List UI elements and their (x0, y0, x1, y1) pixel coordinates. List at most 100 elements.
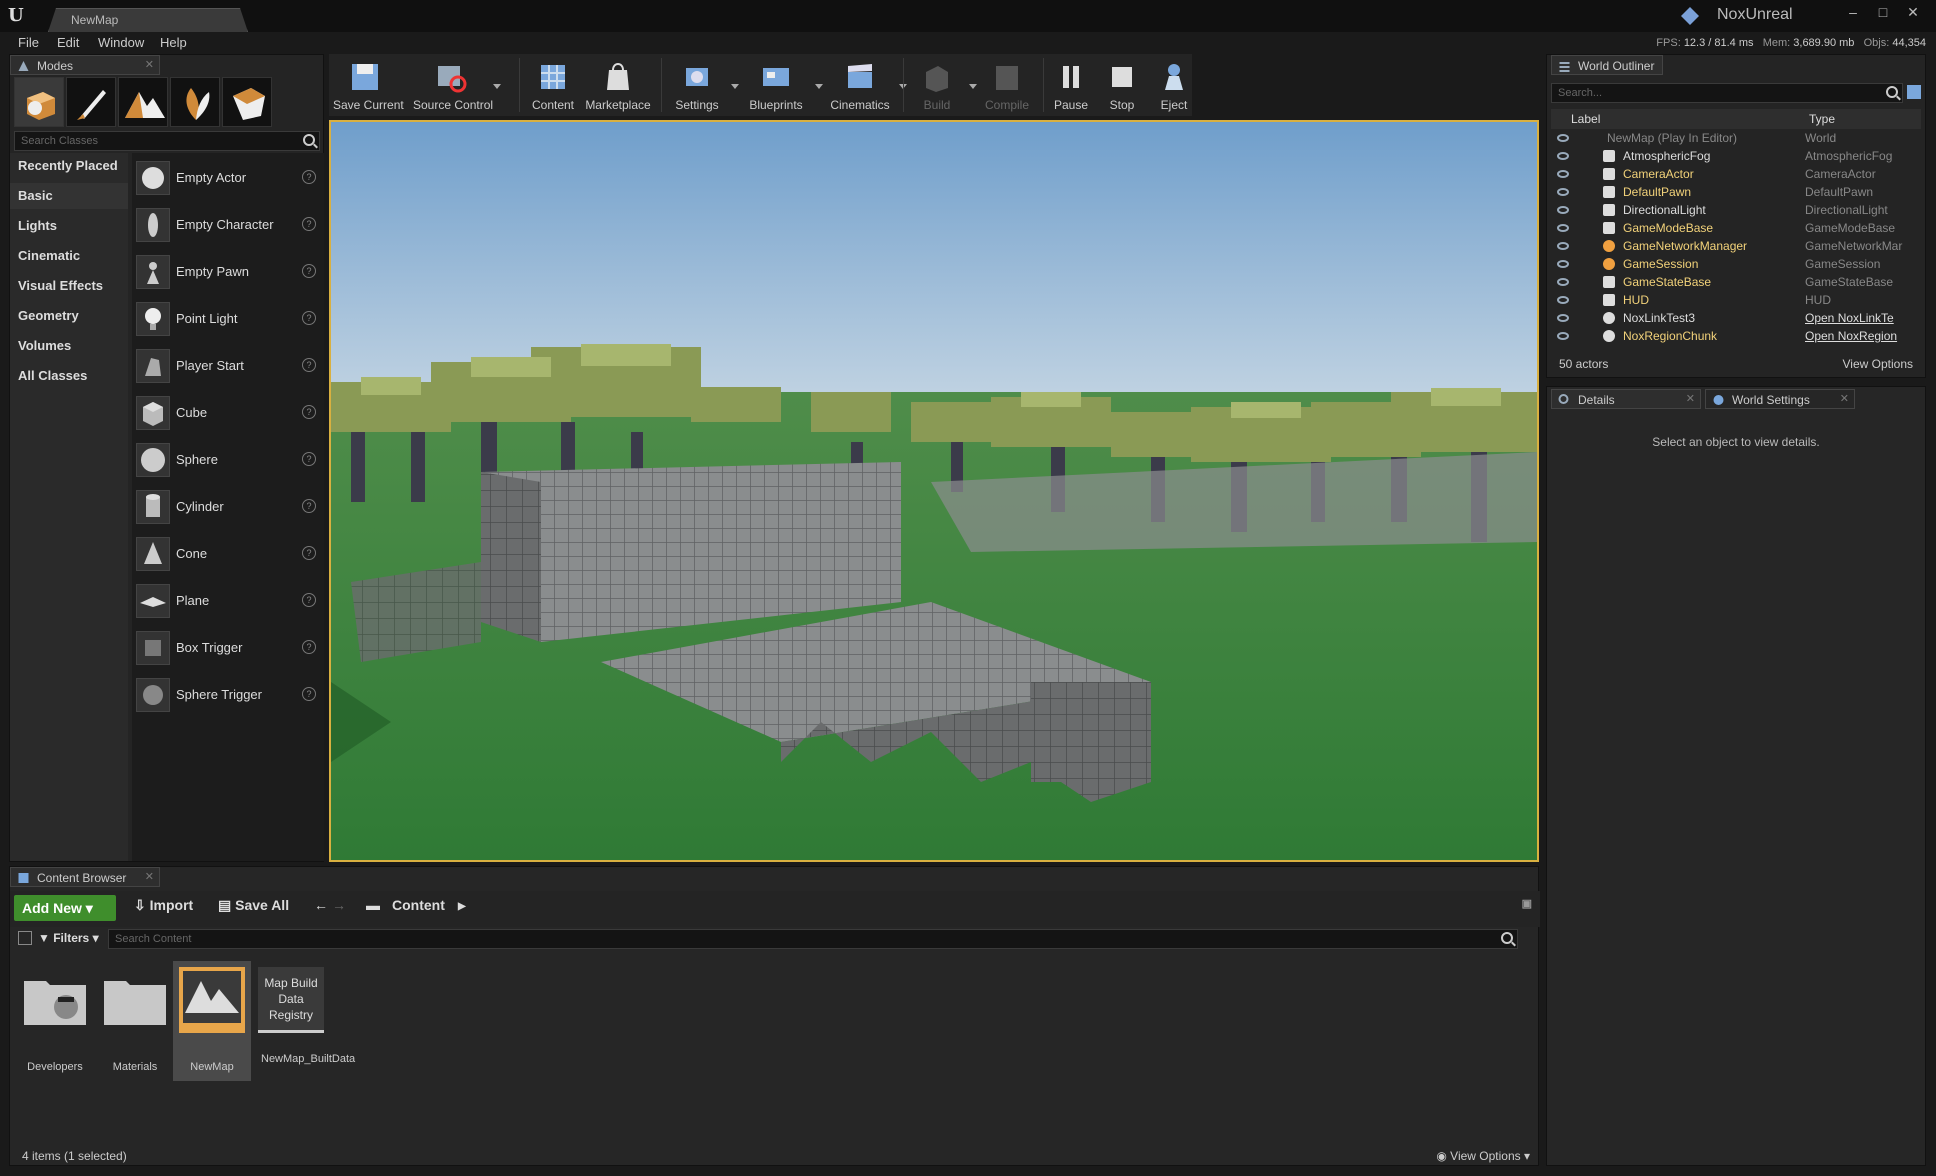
help-icon[interactable]: ? (302, 687, 316, 701)
outliner-row[interactable]: GameStateBase GameStateBase (1551, 273, 1919, 291)
outliner-search-input[interactable]: Search... (1551, 83, 1903, 103)
menu-file[interactable]: File (18, 35, 39, 50)
outliner-row[interactable]: GameModeBase GameModeBase (1551, 219, 1919, 237)
import-button[interactable]: ⇩ Import (134, 897, 193, 914)
outliner-row[interactable]: NoxLinkTest3 Open NoxLinkTe (1551, 309, 1919, 327)
help-icon[interactable]: ? (302, 499, 316, 513)
outliner-row[interactable]: CameraActor CameraActor (1551, 165, 1919, 183)
modes-tab[interactable]: Modes ✕ (10, 55, 160, 75)
outliner-row[interactable]: DefaultPawn DefaultPawn (1551, 183, 1919, 201)
add-new-button[interactable]: Add New ▾ (14, 895, 116, 921)
chevron-down-icon[interactable] (493, 84, 501, 89)
filters-button[interactable]: ▼ Filters ▾ (38, 931, 99, 945)
back-arrow-icon[interactable]: ← (314, 897, 328, 913)
class-item-point-light[interactable]: Point Light? (132, 300, 324, 338)
class-item-sphere-trigger[interactable]: Sphere Trigger? (132, 676, 324, 714)
settings-button[interactable]: Settings (667, 58, 739, 114)
visibility-eye-icon[interactable] (1557, 332, 1569, 340)
menu-edit[interactable]: Edit (57, 35, 79, 50)
asset-developers-folder[interactable]: Developers (16, 961, 94, 1081)
close-icon[interactable]: ✕ (1840, 392, 1849, 405)
paint-mode-icon[interactable] (66, 77, 116, 127)
place-mode-icon[interactable] (14, 77, 64, 127)
content-button[interactable]: Content (525, 58, 581, 114)
help-icon[interactable]: ? (302, 640, 316, 654)
outliner-row[interactable]: HUD HUD (1551, 291, 1919, 309)
visibility-eye-icon[interactable] (1557, 314, 1569, 322)
foliage-mode-icon[interactable] (170, 77, 220, 127)
search-classes-input[interactable]: Search Classes (14, 131, 320, 151)
help-icon[interactable]: ? (302, 546, 316, 560)
outliner-view-options[interactable]: View Options (1843, 357, 1913, 371)
sources-toggle-icon[interactable] (18, 931, 32, 945)
add-filter-icon[interactable] (1907, 85, 1921, 99)
help-icon[interactable]: ? (302, 593, 316, 607)
visibility-eye-icon[interactable] (1557, 152, 1569, 160)
open-source-link[interactable]: Open NoxRegion (1805, 329, 1915, 343)
class-item-empty-pawn[interactable]: Empty Pawn? (132, 253, 324, 291)
chevron-down-icon[interactable] (969, 84, 977, 89)
geometry-mode-icon[interactable] (222, 77, 272, 127)
type-column-header[interactable]: Type (1809, 112, 1835, 126)
content-search-input[interactable]: Search Content (108, 929, 1518, 949)
help-icon[interactable]: ? (302, 358, 316, 372)
help-icon[interactable]: ? (302, 311, 316, 325)
eject-button[interactable]: Eject (1151, 58, 1197, 114)
class-item-empty-character[interactable]: Empty Character? (132, 206, 324, 244)
category-visual-effects[interactable]: Visual Effects (10, 273, 128, 299)
outliner-row[interactable]: DirectionalLight DirectionalLight (1551, 201, 1919, 219)
help-icon[interactable]: ? (302, 170, 316, 184)
close-icon[interactable]: ✕ (1900, 4, 1926, 24)
category-volumes[interactable]: Volumes (10, 333, 128, 359)
build-button[interactable]: Build (909, 58, 977, 114)
landscape-mode-icon[interactable] (118, 77, 168, 127)
visibility-eye-icon[interactable] (1557, 188, 1569, 196)
stop-button[interactable]: Stop (1099, 58, 1145, 114)
world-settings-tab[interactable]: World Settings ✕ (1705, 389, 1855, 409)
visibility-eye-icon[interactable] (1557, 242, 1569, 250)
content-view-options[interactable]: ◉ View Options ▾ (1436, 1149, 1530, 1163)
category-recently-placed[interactable]: Recently Placed (10, 153, 128, 179)
details-tab[interactable]: Details ✕ (1551, 389, 1701, 409)
help-icon[interactable]: ? (302, 405, 316, 419)
save-current-button[interactable]: Save Current (333, 58, 404, 114)
close-icon[interactable]: ✕ (145, 870, 154, 883)
close-icon[interactable]: ✕ (145, 58, 154, 71)
class-item-player-start[interactable]: Player Start? (132, 347, 324, 385)
chevron-right-icon[interactable]: ▶ (458, 901, 466, 912)
outliner-row[interactable]: GameSession GameSession (1551, 255, 1919, 273)
visibility-eye-icon[interactable] (1557, 278, 1569, 286)
category-all-classes[interactable]: All Classes (10, 363, 128, 389)
menu-help[interactable]: Help (160, 35, 187, 50)
asset-newmap-builtdata[interactable]: Map Build Data Registry NewMap_BuiltData (252, 961, 355, 1081)
help-icon[interactable]: ? (302, 217, 316, 231)
outliner-row[interactable]: NoxRegionChunk Open NoxRegion (1551, 327, 1919, 345)
category-cinematic[interactable]: Cinematic (10, 243, 128, 269)
minimize-icon[interactable]: – (1840, 4, 1866, 24)
category-lights[interactable]: Lights (10, 213, 128, 239)
class-item-empty-actor[interactable]: Empty Actor? (132, 159, 324, 197)
asset-newmap[interactable]: NewMap (173, 961, 251, 1081)
close-icon[interactable]: ✕ (1686, 392, 1695, 405)
level-viewport[interactable] (329, 120, 1539, 862)
help-icon[interactable]: ? (302, 264, 316, 278)
category-basic[interactable]: Basic (10, 183, 128, 209)
outliner-row[interactable]: AtmosphericFog AtmosphericFog (1551, 147, 1919, 165)
path-content[interactable]: Content (392, 897, 445, 913)
compile-button[interactable]: Compile (977, 58, 1037, 114)
world-outliner-tab[interactable]: World Outliner (1551, 55, 1663, 75)
visibility-eye-icon[interactable] (1557, 260, 1569, 268)
class-item-cone[interactable]: Cone? (132, 535, 324, 573)
blueprints-button[interactable]: Blueprints (741, 58, 823, 114)
class-item-cylinder[interactable]: Cylinder? (132, 488, 324, 526)
class-item-plane[interactable]: Plane? (132, 582, 324, 620)
menu-window[interactable]: Window (98, 35, 144, 50)
visibility-eye-icon[interactable] (1557, 296, 1569, 304)
class-item-cube[interactable]: Cube? (132, 394, 324, 432)
content-browser-tab[interactable]: Content Browser ✕ (10, 867, 160, 887)
chevron-down-icon[interactable] (815, 84, 823, 89)
class-item-sphere[interactable]: Sphere? (132, 441, 324, 479)
label-column-header[interactable]: Label (1571, 112, 1600, 126)
chevron-down-icon[interactable] (731, 84, 739, 89)
outliner-row[interactable]: GameNetworkManager GameNetworkMar (1551, 237, 1919, 255)
